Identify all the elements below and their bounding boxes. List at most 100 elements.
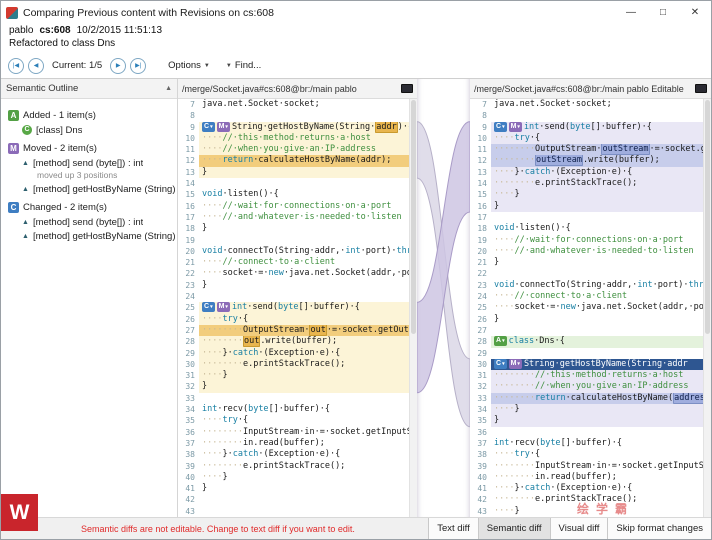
code-line[interactable]: 29 ····}·catch·(Exception·e)·{ — [178, 347, 409, 359]
code-line[interactable]: 23 void·connectTo(String·addr,·int·port)·… — [470, 279, 703, 292]
code-line[interactable]: 35 ····try·{ — [178, 415, 409, 427]
screen-icon[interactable] — [401, 84, 413, 93]
code-line[interactable]: 18 void·listen()·{ — [470, 223, 703, 235]
code-line[interactable]: 10 ····try·{ — [470, 132, 703, 145]
code-line[interactable]: 29 — [470, 347, 703, 359]
code-line[interactable]: 22 — [470, 268, 703, 280]
code-line[interactable]: 36 — [470, 426, 703, 438]
changed-badge-icon[interactable]: C▾ — [494, 121, 507, 132]
code-line[interactable]: 13} — [178, 166, 409, 179]
code-line[interactable]: 21 ····//·connect·to·a·client — [178, 257, 409, 269]
code-line[interactable]: 32 ········//·when·you·give·an·IP·address — [470, 381, 703, 393]
code-line[interactable]: 11 ····//·when·you·give·an·IP·address — [178, 144, 409, 156]
last-diff-button[interactable]: ▶| — [130, 57, 147, 74]
code-line[interactable]: 24 ····//·connect·to·a·client — [470, 291, 703, 303]
prev-diff-button[interactable]: ◀ — [28, 57, 44, 74]
outline-item[interactable]: ▲ [method] getHostByName (String) : S — [1, 182, 177, 196]
code-line[interactable]: 37 ········in.read(buffer); — [178, 437, 409, 450]
next-diff-button[interactable]: ▶ — [110, 57, 127, 74]
code-line[interactable]: 40 ····} — [178, 471, 409, 484]
code-line[interactable]: 25 C▾ M▾ int·send(byte[]·buffer)·{ — [178, 302, 409, 314]
code-line[interactable]: 35} — [470, 415, 703, 427]
code-line[interactable]: 17 — [470, 211, 703, 224]
added-badge-icon[interactable]: A▾ — [494, 336, 507, 347]
code-line[interactable]: 36 ········InputStream·in·=·socket.getInp… — [178, 426, 409, 438]
code-line[interactable]: 43 — [178, 505, 409, 517]
code-line[interactable]: 41} — [178, 483, 409, 495]
code-line[interactable]: 25 ····socket·=·new·java.net.Socket(addr,… — [470, 302, 703, 314]
code-line[interactable]: 30 ········e.printStackTrace(); — [178, 358, 409, 371]
code-line[interactable]: 15 void·listen()·{ — [178, 189, 409, 201]
moved-badge-icon[interactable]: M▾ — [216, 121, 230, 132]
code-line[interactable]: 19 ····//·wait·for·connections·on·a·port — [470, 234, 703, 246]
code-line[interactable]: 23} — [178, 279, 409, 292]
code-line[interactable]: 15 ····} — [470, 189, 703, 201]
text-diff-button[interactable]: Text diff — [428, 518, 478, 539]
code-line[interactable]: 14 — [178, 178, 409, 190]
code-line[interactable]: 18} — [178, 223, 409, 235]
code-line[interactable]: 34 ····} — [470, 404, 703, 416]
outline-item[interactable]: C [class] Dns — [1, 123, 177, 137]
semantic-diff-button[interactable]: Semantic diff — [477, 518, 550, 539]
outline-item[interactable]: ▲ [method] send (byte[]) : int — [1, 215, 177, 229]
changed-badge-icon[interactable]: C▾ — [202, 121, 215, 132]
code-line[interactable]: 21} — [470, 257, 703, 269]
code-line[interactable]: 37 int·recv(byte[]·buffer)·{ — [470, 437, 703, 450]
code-line[interactable]: 39 ········e.printStackTrace(); — [178, 460, 409, 472]
outline-group[interactable]: C Changed - 2 item(s) — [1, 199, 177, 215]
code-line[interactable]: 27 — [470, 324, 703, 337]
code-line[interactable]: 17 ····//·and·whatever·is·needed·to·liste… — [178, 211, 409, 224]
scrollbar-thumb[interactable] — [411, 100, 416, 335]
screen-icon[interactable] — [695, 84, 707, 93]
collapse-icon[interactable]: ▲ — [165, 85, 172, 92]
right-scrollbar[interactable] — [703, 99, 711, 517]
moved-badge-icon[interactable]: M▾ — [508, 358, 522, 369]
code-line[interactable]: 12 ····return·calculateHostByName(addr); — [178, 155, 409, 167]
code-line[interactable]: 16 ····//·wait·for·connections·on·a·port — [178, 200, 409, 212]
code-line[interactable]: 20 void·connectTo(String·addr,·int·port)·… — [178, 245, 409, 258]
code-line[interactable]: 42 — [178, 494, 409, 506]
code-line[interactable]: 26} — [470, 313, 703, 325]
code-line[interactable]: 34 int·recv(byte[]·buffer)·{ — [178, 404, 409, 416]
code-line[interactable]: 33 — [178, 392, 409, 405]
code-line[interactable]: 12 ········outStream.write(buffer); — [470, 155, 703, 167]
code-line[interactable]: 7 java.net.Socket·socket; — [470, 99, 703, 111]
code-line[interactable]: 27 ········OutputStream·out·=·socket.getO… — [178, 324, 409, 337]
code-line[interactable]: 11 ········OutputStream·outStream·=·socke… — [470, 144, 703, 156]
maximize-button[interactable]: □ — [647, 1, 679, 24]
outline-group[interactable]: M Moved - 2 item(s) — [1, 140, 177, 156]
code-line[interactable]: 14 ········e.printStackTrace(); — [470, 178, 703, 190]
code-line[interactable]: 20 ····//·and·whatever·is·needed·to·liste… — [470, 245, 703, 258]
visual-diff-button[interactable]: Visual diff — [549, 518, 608, 539]
left-scrollbar[interactable] — [409, 99, 417, 517]
minimize-button[interactable]: — — [615, 1, 647, 24]
outline-item[interactable]: ▲ [method] getHostByName (String) : S — [1, 229, 177, 243]
code-line[interactable]: 39 ········InputStream·in·=·socket.getInp… — [470, 460, 703, 472]
code-line[interactable]: 40 ········in.read(buffer); — [470, 471, 703, 484]
code-line[interactable]: 13 ····}·catch·(Exception·e)·{ — [470, 166, 703, 179]
scrollbar-thumb[interactable] — [705, 100, 710, 335]
moved-badge-icon[interactable]: M▾ — [508, 121, 522, 132]
code-line[interactable]: 38 ····}·catch·(Exception·e)·{ — [178, 449, 409, 461]
close-button[interactable]: ✕ — [679, 1, 711, 24]
code-line[interactable]: 26 ····try·{ — [178, 313, 409, 325]
changed-badge-icon[interactable]: C▾ — [202, 302, 215, 313]
code-line[interactable]: 22 ····socket·=·new·java.net.Socket(addr,… — [178, 268, 409, 280]
code-line[interactable]: 31 ····} — [178, 370, 409, 382]
options-button[interactable]: Options ▼ — [162, 58, 216, 73]
outline-group[interactable]: A Added - 1 item(s) — [1, 107, 177, 123]
code-line[interactable]: 30 C▾ M▾ String·getHostByName(String·addr — [470, 358, 703, 371]
moved-badge-icon[interactable]: M▾ — [216, 302, 230, 313]
skip-format-changes-button[interactable]: Skip format changes — [607, 518, 711, 539]
changed-badge-icon[interactable]: C▾ — [494, 358, 507, 369]
code-line[interactable]: 9C▾M▾String·getHostByName(String·addr)·{ — [178, 121, 409, 133]
first-diff-button[interactable]: |◀ — [8, 57, 24, 74]
code-line[interactable]: 8 — [470, 110, 703, 122]
code-line[interactable]: 8 — [178, 110, 409, 122]
outline-item[interactable]: ▲ [method] send (byte[]) : int — [1, 156, 177, 170]
find-button[interactable]: ▼ Find... — [220, 58, 267, 73]
code-line[interactable]: 41 ····}·catch·(Exception·e)·{ — [470, 483, 703, 495]
code-line[interactable]: 28 ········out.write(buffer); — [178, 336, 409, 348]
code-line[interactable]: 7 java.net.Socket·socket; — [178, 99, 409, 111]
code-line[interactable]: 19 — [178, 234, 409, 246]
